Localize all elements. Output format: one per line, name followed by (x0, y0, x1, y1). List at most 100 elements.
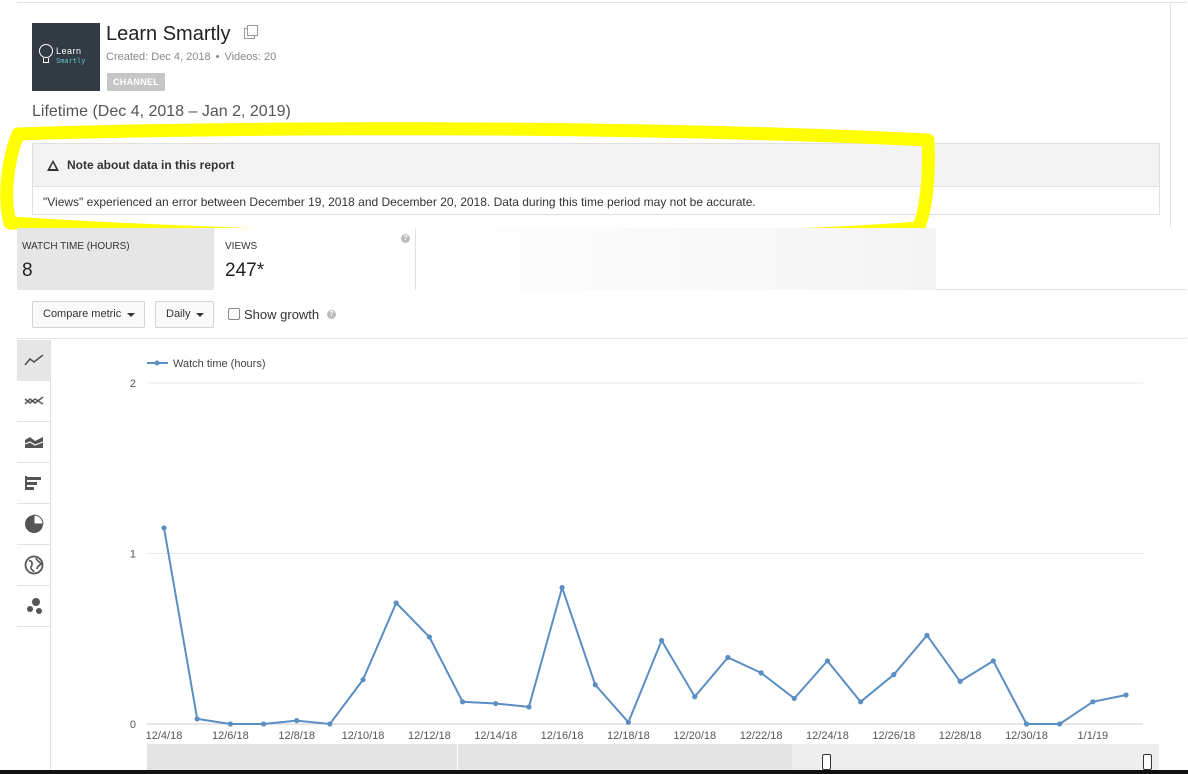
frame-top-border (17, 2, 1187, 3)
data-point-1/2/19[interactable] (1123, 692, 1129, 698)
line-chart-icon[interactable] (17, 340, 50, 381)
x-tick-label: 1/1/19 (1078, 730, 1109, 742)
data-point-12/7/18[interactable] (260, 721, 267, 727)
y-tick-label: 2 (130, 378, 136, 390)
lightbulb-base (43, 58, 49, 63)
compare-metric-label: Compare metric (43, 308, 122, 320)
created-date: Created: Dec 4, 2018 (106, 51, 211, 63)
data-point-12/18/18[interactable] (625, 719, 632, 725)
metric-value: 247* (225, 260, 265, 281)
help-icon[interactable]: ? (327, 310, 336, 319)
lightbulb-icon (39, 44, 53, 58)
x-tick-label: 12/24/18 (806, 730, 849, 742)
interval-dropdown[interactable]: Daily (155, 301, 214, 328)
x-tick-label: 12/18/18 (607, 730, 650, 742)
data-point-12/30/18[interactable] (1023, 721, 1030, 727)
help-icon[interactable]: ? (401, 234, 410, 243)
watch-time-line-chart: Watch time (hours) 012 12/4/18 12/6/18 12/… (130, 358, 1143, 742)
x-tick-label: 12/28/18 (939, 730, 982, 742)
logo-text-smartly: Smartly (56, 57, 86, 65)
channel-title[interactable]: Learn Smartly (106, 23, 231, 46)
video-count: Videos: 20 (224, 51, 277, 63)
legend: Watch time (hours) (147, 358, 266, 370)
warning-icon (47, 160, 59, 171)
metric-tab-views[interactable]: VIEWS 247* ? (214, 228, 416, 290)
show-growth-label[interactable]: Show growth (244, 307, 319, 322)
pie-chart-icon[interactable] (17, 504, 50, 545)
area-chart-icon[interactable] (17, 422, 50, 463)
data-point-12/10/18[interactable] (360, 677, 366, 683)
metric-tab-empty[interactable] (416, 228, 936, 290)
data-point-12/11/18[interactable] (393, 600, 399, 606)
show-growth-checkbox[interactable] (228, 308, 240, 320)
x-tick-label: 12/10/18 (342, 730, 385, 742)
channel-meta: Created: Dec 4, 2018 • Videos: 20 (106, 51, 276, 63)
y-tick-label: 1 (130, 549, 136, 561)
chart-controls: Compare metric Daily Show growth ? (17, 291, 1187, 339)
data-point-12/26/18[interactable] (891, 671, 897, 678)
bubble-chart-icon[interactable] (17, 586, 50, 627)
logo-text-learn: Learn (56, 46, 82, 56)
data-point-12/29/18[interactable] (990, 658, 996, 664)
data-point-12/16/18[interactable] (559, 585, 565, 591)
x-tick-label: 12/4/18 (146, 730, 183, 742)
bar-chart-icon[interactable] (17, 463, 50, 504)
data-point-12/6/18[interactable] (227, 721, 233, 727)
metric-label: VIEWS (225, 241, 258, 252)
data-point-12/21/18[interactable] (725, 654, 731, 661)
x-tick-label: 12/14/18 (474, 730, 517, 742)
multiline-chart-icon[interactable] (17, 381, 50, 422)
note-header: Note about data in this report (33, 144, 1159, 187)
x-tick-label: 12/12/18 (408, 730, 451, 742)
note-title: Note about data in this report (67, 158, 235, 172)
x-tick-label: 12/6/18 (212, 730, 249, 742)
data-point-12/4/18[interactable] (161, 525, 167, 531)
channel-logo: Learn Smartly (32, 23, 100, 91)
x-axis-ticks: 12/4/18 12/6/18 12/8/18 12/10/18 12/12/18 12/… (146, 730, 1108, 742)
data-point-12/19/18[interactable] (658, 637, 665, 644)
channel-badge: CHANNEL (107, 73, 166, 91)
data-note-box: Note about data in this report "Views" e… (32, 143, 1160, 215)
x-tick-label: 12/8/18 (278, 730, 315, 742)
data-point-12/9/18[interactable] (327, 721, 333, 727)
series-watch-time (161, 525, 1129, 727)
data-point-12/8/18[interactable] (294, 717, 300, 724)
y-tick-label: 0 (130, 719, 136, 731)
range-handle-left[interactable] (822, 754, 831, 770)
data-point-12/20/18[interactable] (692, 694, 698, 700)
metric-value: 8 (22, 260, 33, 281)
interval-label: Daily (166, 308, 191, 320)
data-point-12/25/18[interactable] (858, 699, 864, 705)
metric-tab-watch-time[interactable]: WATCH TIME (HOURS) 8 (17, 228, 214, 290)
open-external-icon[interactable] (244, 25, 258, 39)
data-point-12/31/18[interactable] (1057, 721, 1063, 727)
compare-metric-button[interactable]: Compare metric (32, 301, 145, 328)
data-point-12/12/18[interactable] (426, 634, 432, 640)
metric-tabs: WATCH TIME (HOURS) 8 VIEWS 247* ? (17, 228, 1187, 290)
range-handle-right[interactable] (1143, 754, 1152, 770)
data-point-12/14/18[interactable] (493, 700, 499, 707)
data-point-12/24/18[interactable] (824, 658, 831, 664)
data-point-12/23/18[interactable] (791, 695, 797, 702)
data-point-12/27/18[interactable] (924, 632, 930, 638)
data-point-12/5/18[interactable] (194, 716, 200, 722)
data-point-12/28/18[interactable] (957, 678, 963, 684)
data-point-1/1/19[interactable] (1090, 699, 1096, 705)
grid: 0 1 2 (130, 378, 1143, 731)
data-point-12/17/18[interactable] (592, 682, 598, 688)
legend-label: Watch time (hours) (173, 358, 266, 370)
frame-right-border (1170, 2, 1171, 227)
data-point-12/15/18[interactable] (526, 704, 532, 710)
window-bottom-edge (0, 770, 1188, 774)
globe-icon[interactable] (17, 545, 50, 586)
x-tick-label: 12/26/18 (872, 730, 915, 742)
data-point-12/22/18[interactable] (758, 670, 764, 676)
legend-marker (154, 360, 160, 366)
meta-separator: • (215, 51, 220, 63)
x-tick-label: 12/20/18 (673, 730, 716, 742)
x-tick-label: 12/22/18 (740, 730, 783, 742)
date-range-label[interactable]: Lifetime (Dec 4, 2018 – Jan 2, 2019) (32, 103, 291, 121)
chevron-down-icon (196, 313, 204, 317)
chevron-down-icon (127, 313, 135, 317)
data-point-12/13/18[interactable] (459, 699, 466, 705)
